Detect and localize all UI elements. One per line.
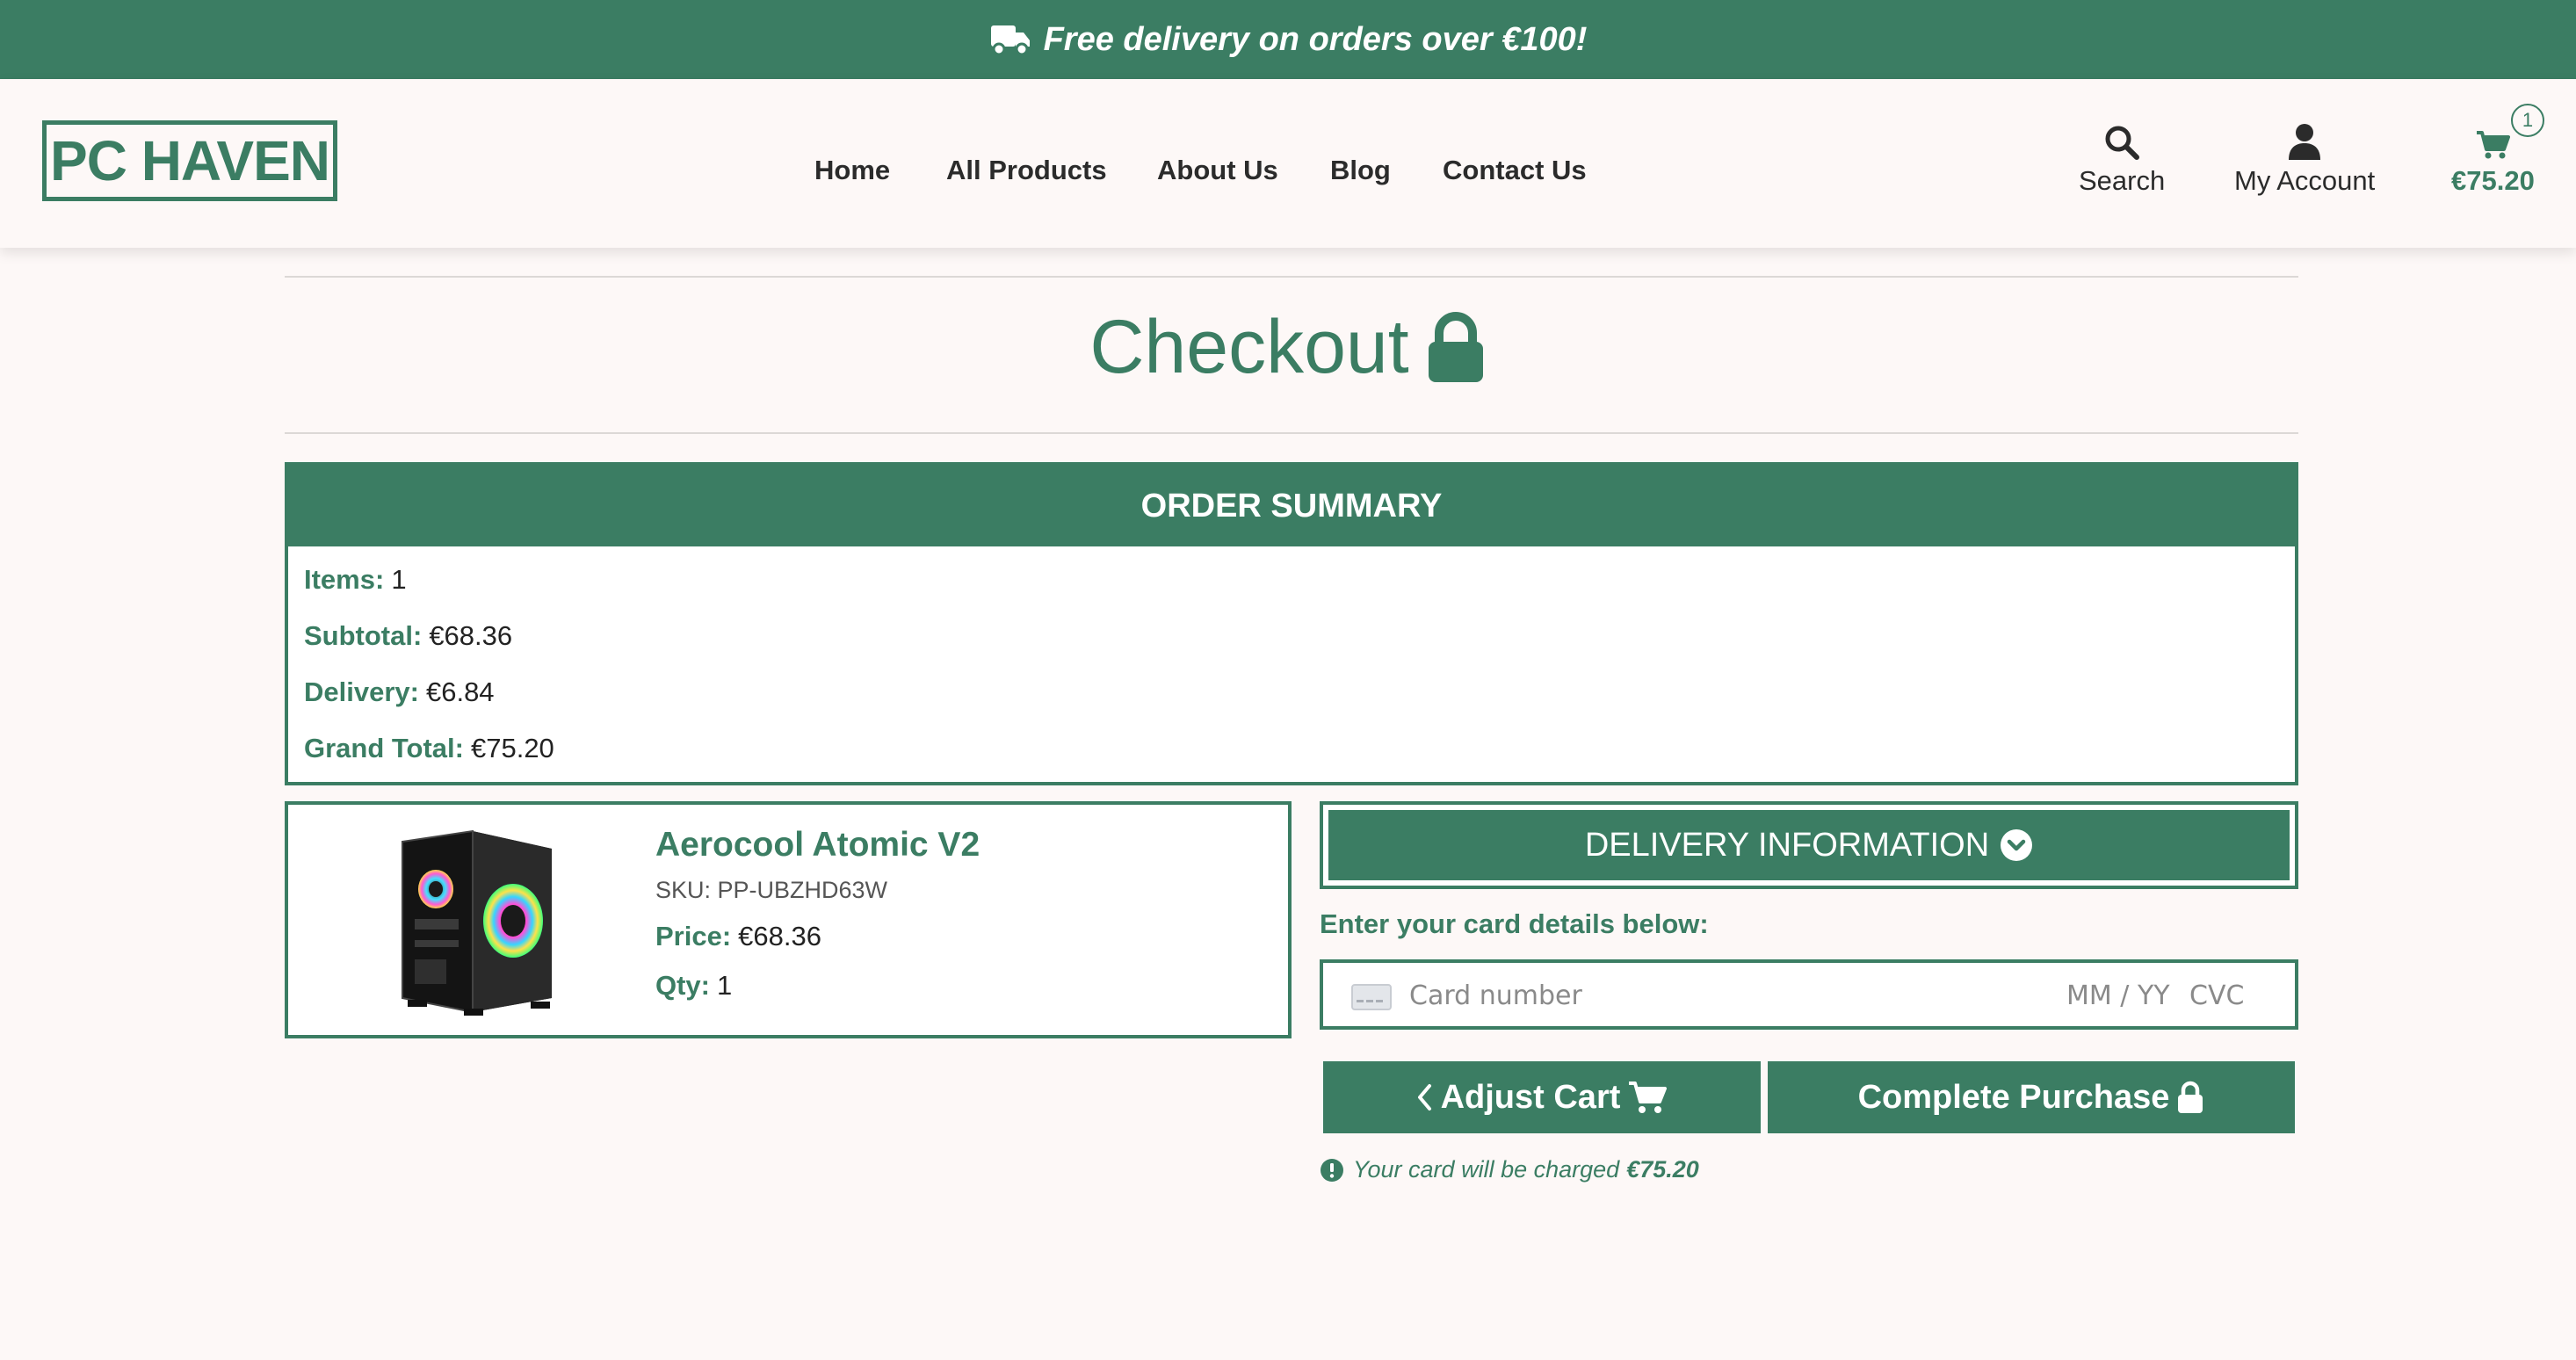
nav-about-us[interactable]: About Us [1157,155,1278,186]
product-price-value: €68.36 [738,921,821,951]
product-qty: Qty: 1 [655,970,732,1002]
nav-home[interactable]: Home [814,155,890,186]
product-qty-value: 1 [717,970,733,1001]
summary-subtotal-label: Subtotal: [304,620,423,651]
delivery-info-label: DELIVERY INFORMATION [1584,826,1990,864]
site-header: PC HAVEN Home All Products About Us Blog… [0,79,2576,248]
nav-all-products[interactable]: All Products [946,155,1107,186]
nav-blog[interactable]: Blog [1330,155,1391,186]
card-details-field[interactable]: Card number MM / YY CVC [1320,959,2298,1030]
cart-icon [1627,1081,1668,1114]
card-details-prompt: Enter your card details below: [1320,908,1709,939]
user-icon [2288,121,2321,160]
lock-icon [2176,1081,2204,1114]
summary-grand-total: Grand Total: €75.20 [304,733,554,764]
charge-amount: €75.20 [1626,1156,1699,1183]
cart-total: €75.20 [2451,165,2535,196]
page-title-text: Checkout [1089,305,1409,389]
charge-notice-text: Your card will be charged [1353,1156,1620,1183]
my-account-button[interactable]: My Account [2234,121,2375,197]
card-expiry-input[interactable]: MM / YY [2066,980,2170,1011]
card-number-input[interactable]: Card number [1409,980,1582,1011]
cart-icon [2475,121,2511,160]
summary-delivery-label: Delivery: [304,676,419,707]
search-icon [2104,121,2140,160]
charge-notice: Your card will be charged €75.20 [1320,1156,1699,1183]
card-cvc-input[interactable]: CVC [2189,980,2244,1011]
main-nav: Home All Products About Us Blog Contact … [0,79,2576,248]
product-price-label: Price: [655,921,732,951]
summary-subtotal-value: €68.36 [429,620,513,651]
product-price: Price: €68.36 [655,921,821,952]
complete-purchase-label: Complete Purchase [1857,1078,2170,1116]
nav-contact-us[interactable]: Contact Us [1443,155,1587,186]
chevron-down-icon [2000,828,2033,862]
lock-icon [1425,311,1487,384]
product-image[interactable] [376,822,578,1021]
summary-items: Items: 1 [304,564,407,596]
divider-bottom [285,432,2298,434]
summary-delivery-value: €6.84 [425,676,495,707]
search-button[interactable]: Search [2079,121,2165,197]
banner-text: Free delivery on orders over €100! [1043,20,1588,58]
complete-purchase-button[interactable]: Complete Purchase [1768,1061,2295,1133]
chevron-left-icon [1416,1083,1432,1111]
product-qty-label: Qty: [655,970,710,1001]
adjust-cart-button[interactable]: Adjust Cart [1323,1061,1761,1133]
page-title: Checkout [0,304,2576,391]
delivery-info-toggle[interactable]: DELIVERY INFORMATION [1328,810,2290,880]
promo-banner: Free delivery on orders over €100! [0,0,2576,79]
cart-item-card: Aerocool Atomic V2 SKU: PP-UBZHD63W Pric… [285,801,1292,1038]
summary-grand-label: Grand Total: [304,733,464,763]
order-summary: ORDER SUMMARY Items: 1 Subtotal: €68.36 De… [285,462,2298,785]
summary-delivery: Delivery: €6.84 [304,676,495,708]
adjust-cart-label: Adjust Cart [1440,1078,1621,1116]
search-label: Search [2079,165,2166,196]
product-sku: SKU: PP-UBZHD63W [655,877,888,903]
cart-count-badge: 1 [2511,104,2544,137]
credit-card-icon [1351,984,1392,1014]
summary-subtotal: Subtotal: €68.36 [304,620,512,652]
product-name[interactable]: Aerocool Atomic V2 [655,826,980,864]
summary-items-label: Items: [304,564,385,595]
info-icon [1320,1158,1344,1183]
delivery-info-panel: DELIVERY INFORMATION [1320,801,2298,889]
my-account-label: My Account [2234,165,2376,196]
summary-grand-value: €75.20 [470,733,554,763]
order-summary-heading: ORDER SUMMARY [288,466,2295,546]
summary-items-value: 1 [391,564,407,595]
truck-icon [989,22,1031,57]
divider-top [285,276,2298,278]
